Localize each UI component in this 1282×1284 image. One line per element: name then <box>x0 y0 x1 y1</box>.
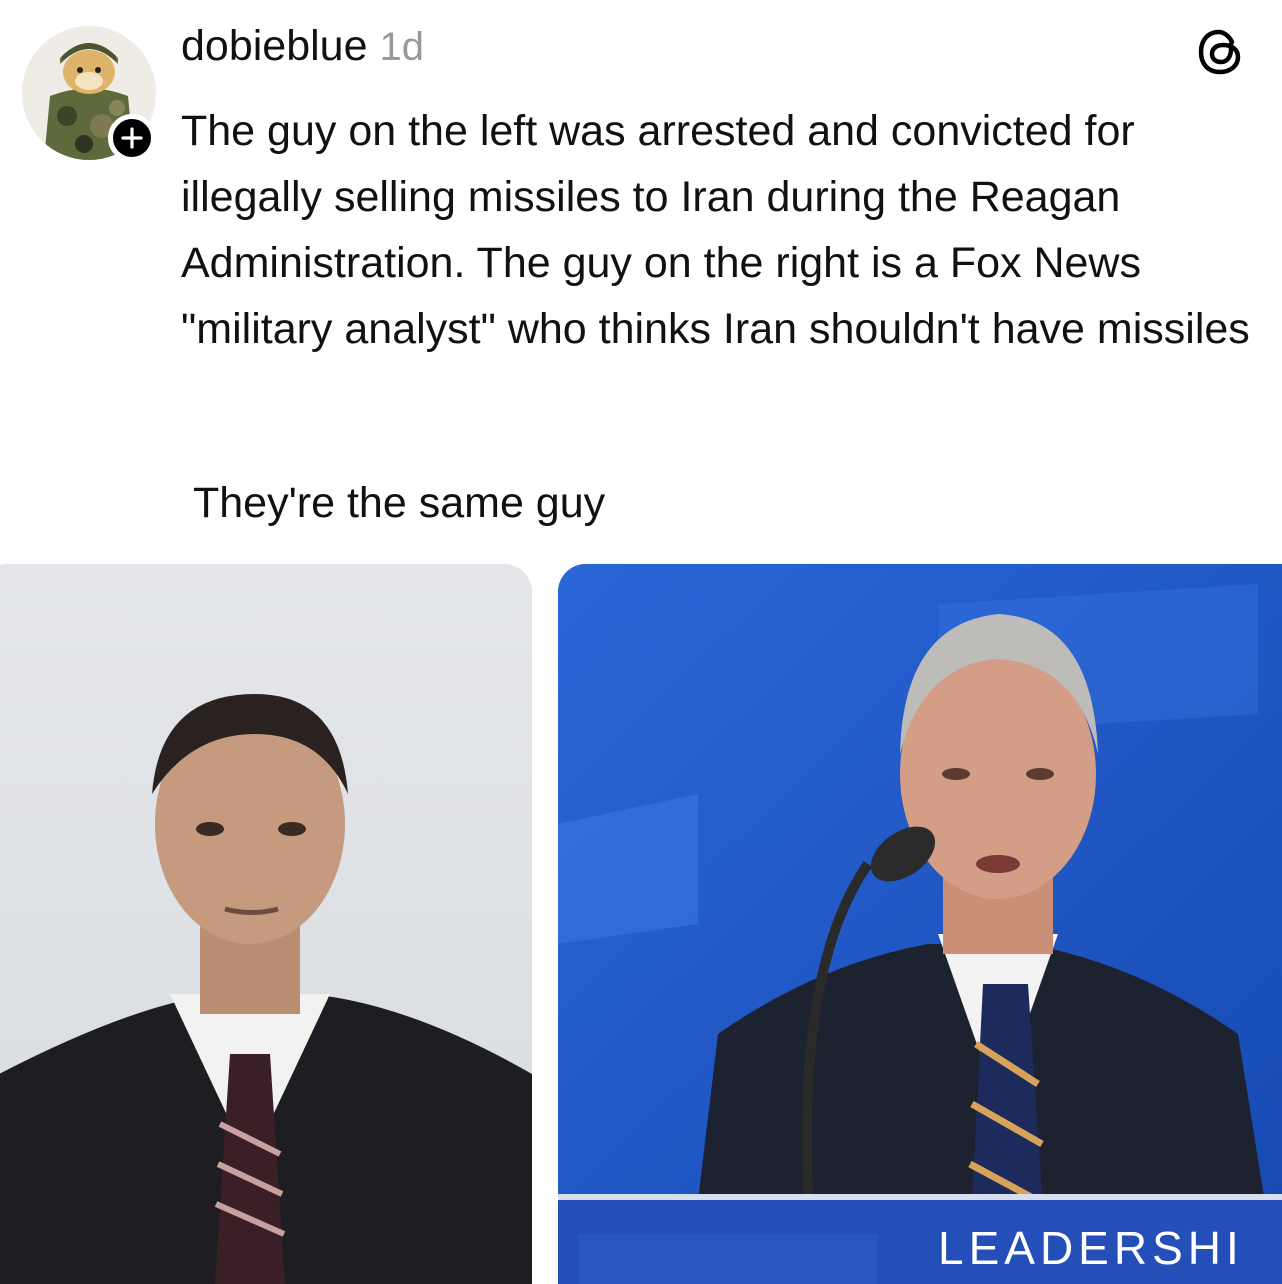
post-timestamp: 1d <box>379 25 425 69</box>
username[interactable]: dobieblue <box>181 22 368 71</box>
portrait-photo-right: LEADERSHI <box>558 564 1282 1284</box>
threads-logo-icon[interactable] <box>1192 24 1248 80</box>
post-text: The guy on the left was arrested and con… <box>181 107 1250 353</box>
portrait-photo-left <box>0 564 532 1284</box>
post-header: dobieblue 1d <box>181 22 424 76</box>
post-image-right[interactable]: LEADERSHI <box>558 564 1282 1284</box>
post-text-followup: They're the same guy <box>193 479 606 527</box>
plus-icon <box>121 127 143 149</box>
post-image-left[interactable] <box>0 564 532 1284</box>
follow-button[interactable] <box>108 114 156 162</box>
podium-text: LEADERSHI <box>938 1222 1244 1274</box>
